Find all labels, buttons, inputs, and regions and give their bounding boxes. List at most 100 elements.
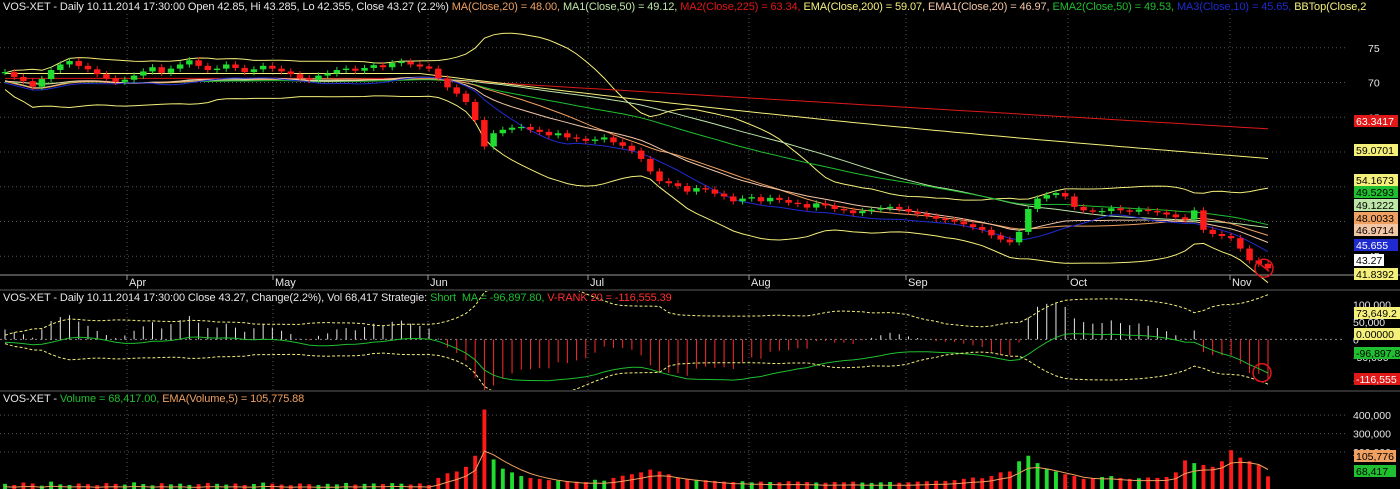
osc-badge-0-text: 73,649.2 — [1356, 308, 1397, 320]
price-badge-5-text: 48.0033 — [1356, 213, 1394, 225]
candle-body — [176, 64, 184, 69]
candle-body — [10, 72, 18, 77]
candle-body — [960, 221, 968, 225]
candle-body — [140, 71, 147, 76]
osc-badge-3-text: -116,555 — [1356, 374, 1397, 386]
candle-body — [518, 126, 525, 129]
volume-pane[interactable]: 400,000300,000200,000105,77668,417 VOS-X… — [0, 392, 1400, 489]
candle-body — [564, 133, 571, 138]
candle-body — [416, 64, 424, 67]
price-badge-2: 54.1673 — [1354, 174, 1398, 187]
month-label-sep: Sep — [908, 277, 928, 289]
candle-body — [121, 79, 129, 82]
candle-body — [1181, 217, 1189, 220]
month-label-aug: Aug — [751, 277, 771, 289]
candle-body — [57, 64, 64, 71]
candle-body — [1135, 209, 1143, 212]
candle-body — [195, 60, 202, 66]
price-badge-7: 45.655 — [1354, 239, 1398, 252]
candle-body — [822, 203, 829, 206]
candle-body — [278, 68, 285, 72]
candle-body — [130, 75, 138, 80]
price-chart[interactable]: 75706560555045AprMayJunJulAugSepOctNov63… — [0, 0, 1400, 289]
vol-badge-0: 105,776 — [1354, 450, 1396, 463]
price-badge-6-text: 46.9714 — [1356, 225, 1394, 237]
osc-header-vrank: V-RANK 20 = -116,555.39 — [547, 292, 672, 304]
candle-body — [158, 67, 165, 73]
osc-badge-1-text: 0.00000 — [1356, 329, 1394, 341]
candle-body — [831, 205, 838, 209]
candle-body — [969, 224, 977, 228]
candle-body — [1172, 214, 1180, 218]
oscillator-pane[interactable]: 100,00050,0000-50,000-116,55573,649.20.0… — [0, 291, 1400, 390]
candle-body — [490, 133, 497, 147]
candle-body — [471, 101, 479, 121]
osc-badge-2-text: -96,897.8 — [1356, 348, 1400, 360]
candle-body — [1209, 229, 1216, 234]
candle-body — [886, 206, 894, 209]
candle-body — [1108, 208, 1115, 212]
candle-body — [112, 78, 119, 82]
candle-body — [545, 131, 553, 136]
candle-body — [1191, 210, 1198, 220]
candle-body — [186, 60, 193, 65]
candle-body — [462, 93, 470, 102]
candle-body — [361, 67, 368, 71]
candle-body — [942, 218, 949, 221]
price-badge-6: 46.9714 — [1354, 224, 1398, 237]
price-badge-8: 43.27 — [1354, 254, 1384, 267]
volume-chart[interactable]: 400,000300,000200,000105,77668,417 — [0, 392, 1400, 489]
candle-body — [481, 120, 488, 147]
candle-body — [149, 67, 156, 72]
ema1-line — [4, 76, 1269, 243]
candle-body — [38, 79, 46, 87]
candle-body — [1071, 196, 1078, 207]
price-badge-3-text: 49.5293 — [1356, 187, 1394, 199]
candle-body — [269, 65, 276, 69]
candle-body — [628, 145, 636, 151]
month-label-nov: Nov — [1232, 277, 1252, 289]
candle-body — [637, 150, 645, 159]
oscillator-chart[interactable]: 100,00050,0000-50,000-116,55573,649.20.0… — [0, 291, 1400, 390]
month-label-jun: Jun — [430, 277, 448, 289]
candle-body — [1218, 233, 1226, 237]
price-header-ema2: EMA2(Close,50) = 49.53, — [1052, 1, 1174, 13]
candle-body — [232, 64, 239, 68]
candle-body — [923, 213, 931, 216]
ema200-line — [5, 73, 1269, 159]
candle-body — [896, 206, 903, 209]
candle-body — [508, 127, 516, 130]
candle-body — [287, 71, 295, 75]
month-label-apr: Apr — [129, 277, 146, 289]
candle-body — [342, 68, 350, 71]
price-header-ema: EMA(Close,200) = 59.07, — [803, 1, 925, 13]
candle-body — [370, 65, 377, 68]
candle-body — [573, 137, 580, 139]
ma-line — [4, 78, 1269, 236]
price-header-ma3: MA3(Close,10) = 45.65, — [1176, 1, 1292, 13]
candle-body — [84, 65, 92, 70]
price-pane[interactable]: 75706560555045AprMayJunJulAugSepOctNov63… — [0, 0, 1400, 289]
candle-body — [1089, 210, 1097, 212]
candle-body — [1163, 212, 1170, 215]
candle-body — [988, 229, 995, 236]
candle-body — [1052, 192, 1060, 196]
candle-body — [739, 198, 746, 202]
candle-body — [1098, 211, 1106, 213]
candle-body — [859, 211, 866, 214]
candle-body — [1264, 263, 1272, 269]
candle-body — [785, 199, 792, 203]
candle-body — [213, 68, 221, 71]
candle-body — [1227, 236, 1235, 239]
price-badge-9-text: 41.8392 — [1356, 269, 1394, 281]
candle-body — [324, 73, 331, 76]
month-label-may: May — [275, 277, 296, 289]
candle-body — [1043, 195, 1050, 199]
osc-header-short: Short MA = -96,897.80, — [430, 292, 545, 304]
osc-badge-3: -116,555 — [1354, 373, 1400, 386]
price-badge-0: 63.3417 — [1354, 115, 1398, 128]
vol-header: VOS-XET - Volume = 68,417.00, EMA(Volume… — [3, 393, 304, 405]
candle-body — [66, 60, 73, 65]
candle-body — [259, 65, 267, 70]
candle-body — [333, 70, 341, 74]
